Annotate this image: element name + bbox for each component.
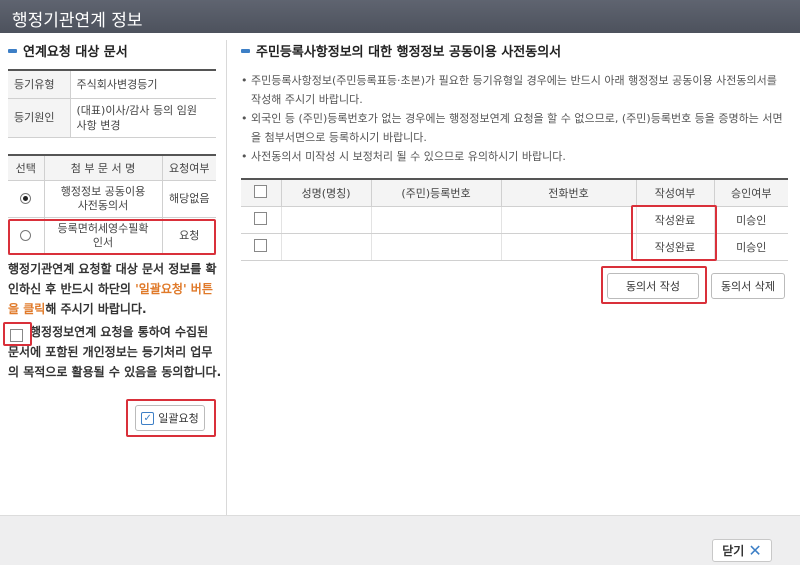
col-header-request-status: 요청여부 — [162, 155, 216, 181]
select-cell — [8, 180, 45, 218]
info-value: 주식회사변경등기 — [70, 70, 216, 99]
info-label: 등기원인 — [8, 98, 71, 138]
table-header-row: 성명(명칭) (주민)등록번호 전화번호 작성여부 승인여부 — [241, 179, 788, 207]
info-value: (대표)이사/감사 등의 임원 사항 변경 — [70, 98, 216, 138]
row-checkbox[interactable] — [254, 211, 268, 225]
doc-name: 행정정보 공동이용 사전동의서 — [44, 180, 163, 218]
right-panel: 주민등록사항정보의 대한 행정정보 공동이용 사전동의서 주민등록사항정보(주민… — [227, 33, 800, 515]
written-status: 작성완료 — [636, 233, 715, 261]
consent-section-title: 주민등록사항정보의 대한 행정정보 공동이용 사전동의서 — [241, 41, 561, 60]
left-panel: 연계요청 대상 문서 등기유형 주식회사변경등기 등기원인 (대표)이사/감사 … — [0, 33, 226, 515]
reg-no-cell — [371, 206, 502, 234]
col-header-phone: 전화번호 — [501, 179, 637, 207]
row-select-cell — [241, 233, 282, 261]
table-row[interactable]: 작성완료 미승인 — [241, 233, 788, 261]
written-status: 작성완료 — [636, 206, 715, 234]
name-cell — [281, 206, 372, 234]
section-bullet-icon — [241, 48, 250, 53]
guide-item: 사전동의서 미작성 시 보정처리 될 수 있으므로 유의하시기 바랍니다. — [241, 147, 789, 166]
doc-name: 등록면허세영수필확인서 — [44, 217, 163, 255]
close-button[interactable]: 닫기 ✕ — [712, 539, 772, 562]
guide-item: 주민등록사항정보(주민등록표등·초본)가 필요한 등기유형일 경우에는 반드시 … — [241, 71, 789, 109]
table-row: 등기원인 (대표)이사/감사 등의 임원 사항 변경 — [8, 98, 216, 138]
table-row: 등기유형 주식회사변경등기 — [8, 70, 216, 99]
phone-cell — [501, 206, 637, 234]
registration-info-table: 등기유형 주식회사변경등기 등기원인 (대표)이사/감사 등의 임원 사항 변경 — [8, 69, 216, 138]
delete-consent-button[interactable]: 동의서 삭제 — [711, 273, 785, 299]
check-icon: ✓ — [141, 411, 155, 425]
table-row[interactable]: 작성완료 미승인 — [241, 206, 788, 234]
section-bullet-icon — [8, 48, 17, 53]
col-header-reg-no: (주민)등록번호 — [371, 179, 502, 207]
bulk-request-button[interactable]: ✓ 일괄요청 — [135, 405, 205, 431]
table-row: 행정정보 공동이용 사전동의서 해당없음 — [8, 180, 216, 218]
table-row: 등록면허세영수필확인서 요청 — [8, 217, 216, 255]
doc-radio-tax-receipt[interactable] — [20, 230, 32, 241]
col-header-written: 작성여부 — [636, 179, 715, 207]
request-status: 요청 — [162, 217, 216, 255]
footer-bar: 닫기 ✕ — [0, 515, 800, 565]
close-icon: ✕ — [748, 541, 762, 560]
col-header-name: 성명(명칭) — [281, 179, 372, 207]
request-status: 해당없음 — [162, 180, 216, 218]
name-cell — [281, 233, 372, 261]
privacy-consent-text: 행정정보연계 요청을 통하여 수집된 문서에 포함된 개인정보는 등기처리 업무… — [8, 325, 222, 379]
request-notice: 행정기관연계 요청할 대상 문서 정보를 확인하신 후 반드시 하단의 '일괄요… — [8, 262, 217, 316]
attached-docs-table: 선택 첨 부 문 서 명 요청여부 행정정보 공동이용 사전동의서 해당없음 등… — [8, 154, 216, 255]
info-label: 등기유형 — [8, 70, 71, 99]
approval-status: 미승인 — [714, 233, 788, 261]
row-select-cell — [241, 206, 282, 234]
col-header-select-all — [241, 179, 282, 207]
write-consent-button[interactable]: 동의서 작성 — [607, 273, 699, 299]
guide-item: 외국인 등 (주민)등록번호가 없는 경우에는 행정정보연계 요청을 할 수 없… — [241, 109, 789, 147]
select-cell — [8, 217, 45, 255]
col-header-select: 선택 — [8, 155, 45, 181]
window-title: 행정기관연계 정보 — [0, 0, 800, 33]
row-checkbox[interactable] — [254, 238, 268, 252]
doc-radio-consent[interactable] — [20, 193, 32, 204]
approval-status: 미승인 — [714, 206, 788, 234]
guide-list: 주민등록사항정보(주민등록표등·초본)가 필요한 등기유형일 경우에는 반드시 … — [241, 71, 789, 166]
phone-cell — [501, 233, 637, 261]
table-header-row: 선택 첨 부 문 서 명 요청여부 — [8, 155, 216, 181]
col-header-approved: 승인여부 — [714, 179, 788, 207]
select-all-checkbox[interactable] — [254, 184, 268, 198]
consent-table: 성명(명칭) (주민)등록번호 전화번호 작성여부 승인여부 작성완료 미승인 … — [241, 178, 788, 261]
linked-docs-section-title: 연계요청 대상 문서 — [8, 41, 128, 60]
col-header-doc-name: 첨 부 문 서 명 — [44, 155, 163, 181]
reg-no-cell — [371, 233, 502, 261]
